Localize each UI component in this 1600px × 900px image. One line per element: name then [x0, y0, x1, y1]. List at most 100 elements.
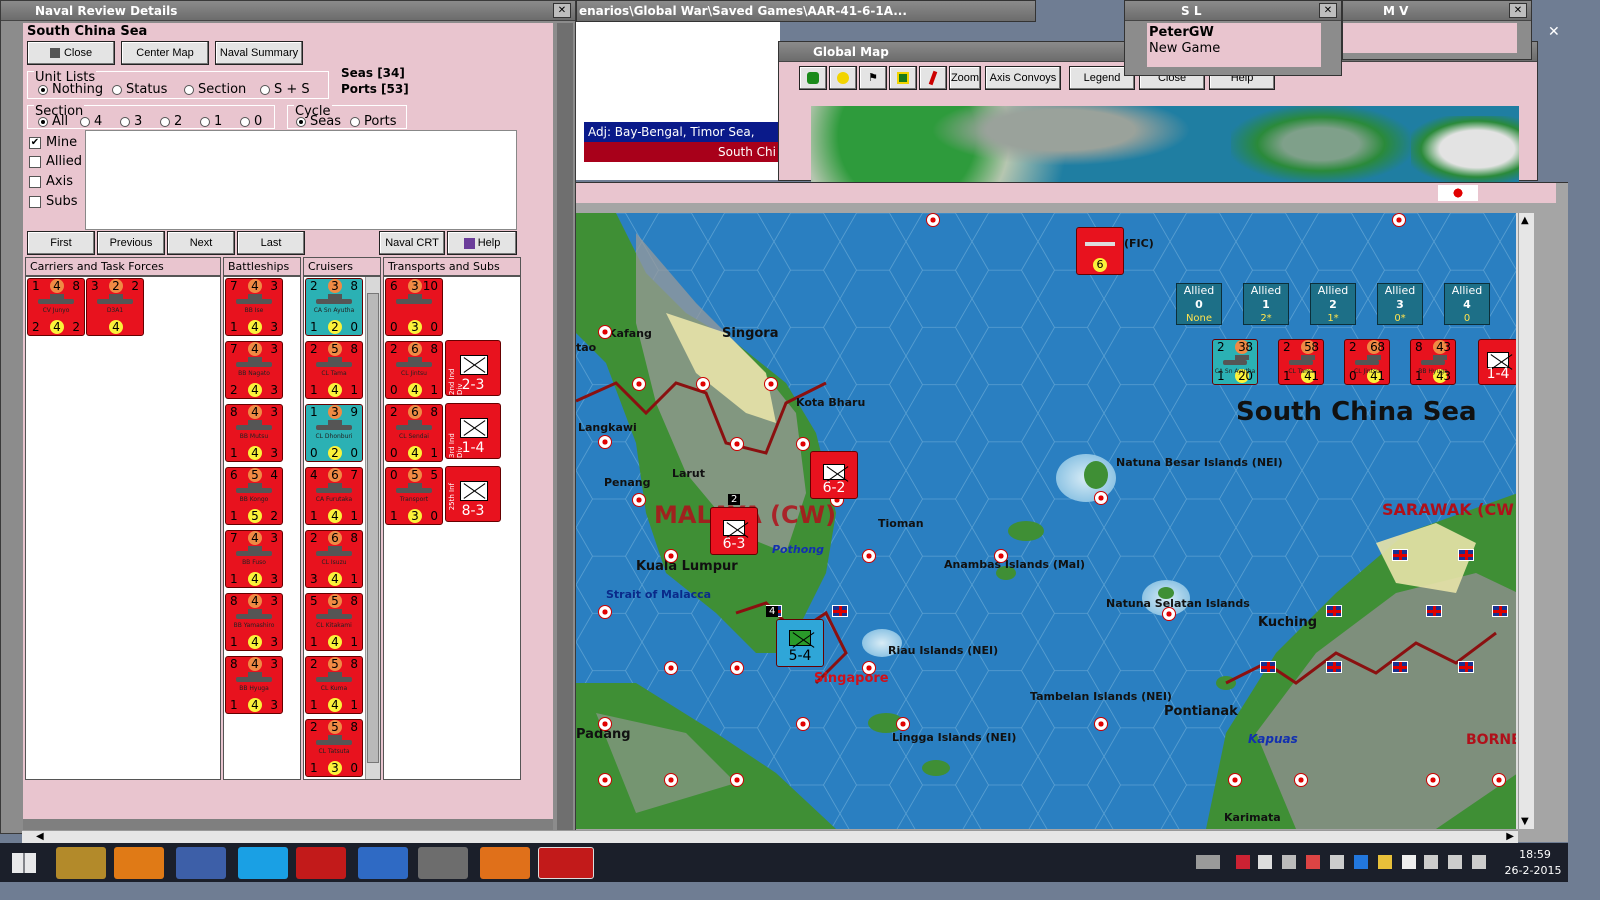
battleship-counter[interactable]: 7 4 3 1 4 3 BB Ise: [225, 278, 283, 336]
cruiser-counter[interactable]: 2 5 8 1 3 0 CL Tatsuta: [305, 719, 363, 777]
speaker-icon[interactable]: [1330, 855, 1344, 869]
radio-section-1[interactable]: 1: [200, 114, 222, 129]
windows-start-icon[interactable]: [12, 853, 36, 873]
naval-review-titlebar[interactable]: Naval Review Details ✕: [1, 1, 575, 21]
firefox-icon[interactable]: [480, 847, 530, 879]
media-player-icon[interactable]: [114, 847, 164, 879]
sun-icon[interactable]: [829, 66, 857, 90]
filter-axis[interactable]: Axis: [29, 174, 73, 189]
radio-section-2[interactable]: 2: [160, 114, 182, 129]
radio-cycle-ports[interactable]: Ports: [350, 114, 397, 129]
cruiser-counter[interactable]: 2 5 8 1 4 1 CL Tama: [305, 341, 363, 399]
hex-map[interactable]: South China Sea Singora Kafang tao Kota …: [576, 213, 1518, 829]
path-window-titlebar[interactable]: enarios\Global War\Saved Games\AAR-41-6-…: [576, 0, 1036, 22]
explorer-icon[interactable]: [56, 847, 106, 879]
signal-icon[interactable]: [1448, 855, 1462, 869]
map-army-kota[interactable]: 6-2: [810, 451, 858, 499]
transport-counter[interactable]: 2 6 8 0 4 1 CL Jintsu: [385, 341, 443, 399]
transport-counter[interactable]: 6 3 10 0 3 0: [385, 278, 443, 336]
global-map-canvas[interactable]: [811, 106, 1519, 182]
game-active-icon[interactable]: [538, 847, 594, 879]
close-button[interactable]: Close: [27, 41, 115, 65]
naval-crt-button[interactable]: Naval CRT: [379, 231, 445, 255]
battleship-counter[interactable]: 8 4 3 1 4 3 BB Hyuga: [1410, 339, 1456, 385]
tray-icon-6[interactable]: [1354, 855, 1368, 869]
scroll-up-icon[interactable]: ▲: [1521, 215, 1529, 226]
cruiser-counter[interactable]: 2 3 8 1 2 0 CA Sn Ayutha: [305, 278, 363, 336]
map-army-singapore[interactable]: 5-4: [776, 619, 824, 667]
transport-counter[interactable]: 0 5 5 1 3 0 Transport: [385, 467, 443, 525]
filter-allied[interactable]: Allied: [29, 154, 82, 169]
scroll-thumb[interactable]: [367, 293, 379, 763]
clock-time[interactable]: 18:59: [1510, 848, 1560, 861]
sl-titlebar[interactable]: S L ✕: [1125, 1, 1341, 21]
flag-icon[interactable]: ⚑: [859, 66, 887, 90]
pencil-icon[interactable]: [919, 66, 947, 90]
allied-box-1[interactable]: Allied 1 2*: [1243, 283, 1289, 325]
filter-subs[interactable]: Subs: [29, 194, 78, 209]
scroll-right-icon[interactable]: ▶: [1506, 831, 1514, 842]
cruiser-counter[interactable]: 2 6 8 3 4 1 CL Isuzu: [305, 530, 363, 588]
hex-icon[interactable]: [799, 66, 827, 90]
battleship-counter[interactable]: 6 5 4 1 5 2 BB Kongo: [225, 467, 283, 525]
radio-section[interactable]: Section: [184, 82, 246, 97]
radio-section-4[interactable]: 4: [80, 114, 102, 129]
zoom-button[interactable]: Zoom: [949, 66, 981, 90]
game-icon[interactable]: [296, 847, 346, 879]
army-counter-2nd-ind[interactable]: 2nd Ind Div 2-3: [445, 340, 501, 396]
carrier-counter[interactable]: 1 4 8 2 4 2 CV Junyo: [27, 278, 85, 336]
help-button[interactable]: Help: [447, 231, 517, 255]
battleship-counter[interactable]: 8 4 3 1 4 3 BB Yamashiro: [225, 593, 283, 651]
cruiser-counter[interactable]: 2 5 8 1 4 1 CL Kuma: [305, 656, 363, 714]
tray-icon-4[interactable]: [1306, 855, 1320, 869]
close-icon[interactable]: ✕: [1509, 3, 1527, 18]
battleship-counter[interactable]: 7 4 3 2 4 3 BB Nagato: [225, 341, 283, 399]
desktop-close-icon[interactable]: ✕: [1548, 24, 1560, 40]
allied-box-4[interactable]: Allied 4 0: [1444, 283, 1490, 325]
radio-nothing[interactable]: Nothing: [38, 82, 103, 97]
fic-air-counter[interactable]: 6: [1076, 227, 1124, 275]
battleship-counter[interactable]: 7 4 3 1 4 3 BB Fuso: [225, 530, 283, 588]
radio-s-plus-s[interactable]: S + S: [260, 82, 310, 97]
army-counter-25th-inf[interactable]: 25th Inf 8-3: [445, 466, 501, 522]
skype-icon[interactable]: [238, 847, 288, 879]
radio-section-3[interactable]: 3: [120, 114, 142, 129]
clock-date[interactable]: 26-2-2015: [1500, 864, 1566, 877]
radio-cycle-seas[interactable]: Seas: [296, 114, 341, 129]
map-scroll-bottom[interactable]: ◀ ▶: [22, 830, 1518, 843]
thunderbird-icon[interactable]: [358, 847, 408, 879]
tray-icon-7[interactable]: [1378, 855, 1392, 869]
tray-icon-3[interactable]: [1282, 855, 1296, 869]
cruiser-counter[interactable]: 1 3 9 0 2 0 CL Dhonburi: [305, 404, 363, 462]
cloud-icon[interactable]: [1258, 855, 1272, 869]
transport-counter[interactable]: 2 6 8 0 4 1 CL Sendai: [385, 404, 443, 462]
map-scroll-right[interactable]: ▲ ▼: [1518, 213, 1534, 829]
carrier-counter[interactable]: 3 2 2 4 D3A1: [86, 278, 144, 336]
first-button[interactable]: First: [27, 231, 95, 255]
previous-button[interactable]: Previous: [97, 231, 165, 255]
scroll-left-icon[interactable]: ◀: [36, 831, 44, 842]
tray-icon-1[interactable]: [1236, 855, 1250, 869]
radio-section-all[interactable]: All: [38, 114, 68, 129]
battery-icon[interactable]: [1424, 855, 1438, 869]
next-button[interactable]: Next: [167, 231, 235, 255]
list-area[interactable]: [85, 130, 517, 230]
transport-counter[interactable]: 2 6 8 0 4 1 CL Jintsu: [1344, 339, 1390, 385]
cruiser-counter[interactable]: 2 3 8 1 2 0 CA Sn Ayutha: [1212, 339, 1258, 385]
close-icon[interactable]: ✕: [553, 3, 571, 18]
close-icon[interactable]: ✕: [1319, 3, 1337, 18]
center-map-button[interactable]: Center Map: [121, 41, 209, 65]
cruiser-counter[interactable]: 5 5 8 1 4 1 CL Kitakami: [305, 593, 363, 651]
allied-box-2[interactable]: Allied 2 1*: [1310, 283, 1356, 325]
scroll-down-icon[interactable]: ▼: [1521, 816, 1529, 827]
axis-convoys-button[interactable]: Axis Convoys: [985, 66, 1061, 90]
radio-status[interactable]: Status: [112, 82, 167, 97]
radio-section-0[interactable]: 0: [240, 114, 262, 129]
map-army-tf[interactable]: 1-4: [1478, 339, 1518, 385]
map-army-malaya[interactable]: 6-3: [710, 507, 758, 555]
battleship-counter[interactable]: 8 4 3 1 4 3 BB Hyuga: [225, 656, 283, 714]
allied-box-0[interactable]: Allied 0 None: [1176, 283, 1222, 325]
allied-box-3[interactable]: Allied 3 0*: [1377, 283, 1423, 325]
mail-icon[interactable]: [176, 847, 226, 879]
last-button[interactable]: Last: [237, 231, 305, 255]
